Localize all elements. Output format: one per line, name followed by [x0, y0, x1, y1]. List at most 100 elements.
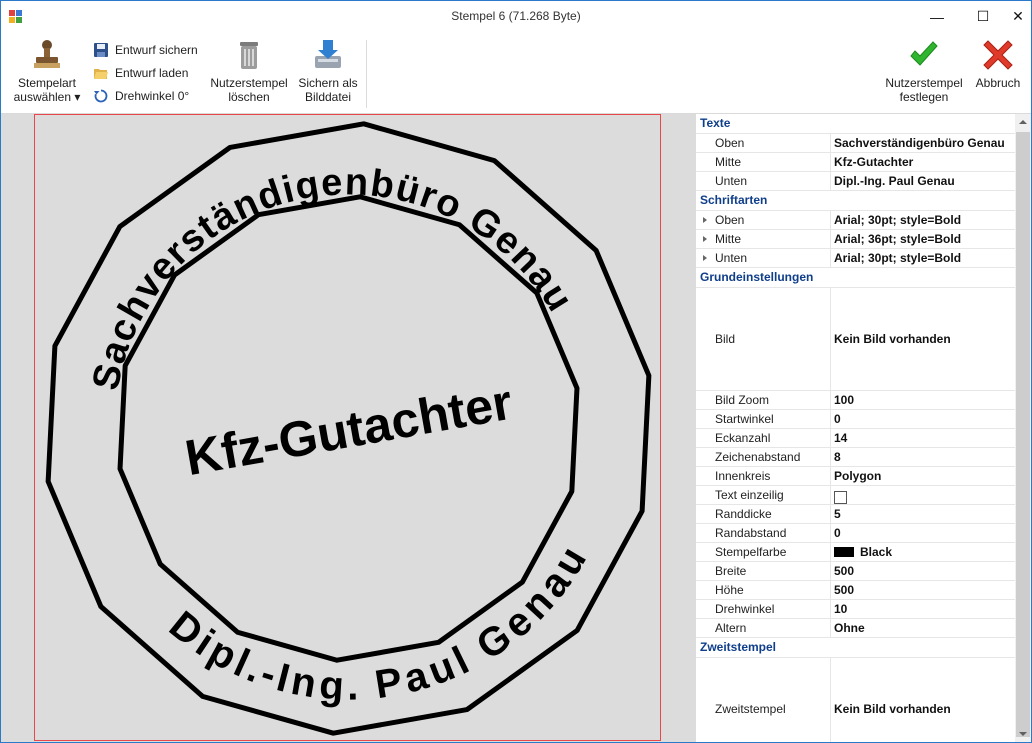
text-einzeilig-checkbox[interactable] [834, 490, 847, 504]
prop-randdicke[interactable]: Randdicke 5 [696, 505, 1015, 524]
prop-text-einzeilig[interactable]: Text einzeilig [696, 486, 1015, 505]
nutzerstempel-loeschen-button[interactable]: Nutzerstempel löschen [208, 38, 290, 104]
scroll-up-icon[interactable] [1019, 120, 1027, 124]
minimize-icon: — [930, 8, 944, 25]
prop-value[interactable]: 100 [834, 391, 1015, 409]
save-icon [93, 42, 109, 58]
prop-stempelfarbe[interactable]: Stempelfarbe Black [696, 543, 1015, 562]
prop-schrift-unten[interactable]: Unten Arial; 30pt; style=Bold [696, 249, 1015, 268]
scroll-down-icon[interactable] [1019, 732, 1027, 736]
sichern-bilddatei-button[interactable]: Sichern als Bilddatei [295, 38, 361, 104]
prop-key: Bild Zoom [696, 391, 831, 409]
prop-drehwinkel[interactable]: Drehwinkel 10 [696, 600, 1015, 619]
prop-key: Zweitstempel [696, 658, 831, 742]
prop-key: Eckanzahl [696, 429, 831, 447]
prop-texte-mitte[interactable]: Mitte Kfz-Gutachter [696, 153, 1015, 172]
drehwinkel-label: Drehwinkel 0° [115, 89, 190, 103]
stamp-icon [30, 38, 64, 72]
prop-key: Unten [696, 172, 831, 190]
stamp-preview[interactable]: Sachverständigenbüro Genau Dipl.-Ing. Pa… [34, 114, 661, 741]
drehwinkel-button[interactable]: Drehwinkel 0° [93, 86, 189, 106]
prop-value[interactable]: 8 [834, 448, 1015, 466]
stamp-middle-text: Kfz-Gutachter [181, 374, 516, 487]
prop-value[interactable]: 10 [834, 600, 1015, 618]
prop-innenkreis[interactable]: Innenkreis Polygon [696, 467, 1015, 486]
prop-altern[interactable]: Altern Ohne [696, 619, 1015, 638]
prop-schrift-oben[interactable]: Oben Arial; 30pt; style=Bold [696, 211, 1015, 230]
maximize-icon: ☐ [976, 8, 990, 24]
prop-key: Drehwinkel [696, 600, 831, 618]
maximize-button[interactable]: ☐ [960, 1, 1006, 32]
prop-value[interactable]: Arial; 30pt; style=Bold [834, 249, 1015, 267]
prop-value[interactable]: Kfz-Gutachter [834, 153, 1015, 171]
nutzerstempel-festlegen-button[interactable]: Nutzerstempel festlegen [881, 38, 967, 104]
close-button[interactable]: ✕ [1005, 1, 1031, 32]
prop-key: Stempelfarbe [696, 543, 831, 561]
nutzerstempel-loeschen-label-1: Nutzerstempel [210, 76, 288, 90]
prop-value[interactable]: Dipl.-Ing. Paul Genau [834, 172, 1015, 190]
prop-zweitstempel[interactable]: Zweitstempel Kein Bild vorhanden [696, 658, 1015, 742]
scrollbar-thumb[interactable] [1016, 132, 1030, 737]
prop-schrift-mitte[interactable]: Mitte Arial; 36pt; style=Bold [696, 230, 1015, 249]
entwurf-sichern-label: Entwurf sichern [115, 43, 198, 57]
category-grundeinstellungen[interactable]: Grundeinstellungen [696, 268, 1015, 288]
color-swatch [834, 546, 854, 557]
prop-eckanzahl[interactable]: Eckanzahl 14 [696, 429, 1015, 448]
prop-value[interactable]: 5 [834, 505, 1015, 523]
category-texte[interactable]: Texte [696, 114, 1015, 134]
entwurf-sichern-button[interactable]: Entwurf sichern [93, 40, 198, 60]
prop-key: Innenkreis [696, 467, 831, 485]
prop-value[interactable]: 0 [834, 524, 1015, 542]
stempelart-button[interactable]: Stempelart auswählen ▾ [11, 38, 83, 104]
prop-value[interactable]: Kein Bild vorhanden [834, 288, 1015, 390]
prop-bild-zoom[interactable]: Bild Zoom 100 [696, 391, 1015, 410]
prop-key: Bild [696, 288, 831, 390]
prop-value[interactable]: 0 [834, 410, 1015, 428]
cancel-x-icon [981, 38, 1015, 72]
nutzerstempel-festlegen-label-1: Nutzerstempel [885, 76, 963, 90]
prop-key: Oben [696, 211, 831, 229]
prop-value[interactable]: Kein Bild vorhanden [834, 658, 1015, 742]
abbruch-button[interactable]: Abbruch [971, 38, 1025, 90]
prop-key: Höhe [696, 581, 831, 599]
prop-value[interactable]: Ohne [834, 619, 1015, 637]
prop-value[interactable]: 500 [834, 581, 1015, 599]
prop-key: Mitte [696, 153, 831, 171]
prop-value[interactable]: Arial; 36pt; style=Bold [834, 230, 1015, 248]
prop-bild[interactable]: Bild Kein Bild vorhanden [696, 288, 1015, 391]
prop-key: Oben [696, 134, 831, 152]
prop-zeichenabstand[interactable]: Zeichenabstand 8 [696, 448, 1015, 467]
entwurf-laden-label: Entwurf laden [115, 66, 189, 80]
prop-texte-unten[interactable]: Unten Dipl.-Ing. Paul Genau [696, 172, 1015, 191]
prop-key: Zeichenabstand [696, 448, 831, 466]
prop-key: Randdicke [696, 505, 831, 523]
category-zweitstempel[interactable]: Zweitstempel [696, 638, 1015, 658]
rotate-icon [93, 88, 109, 104]
prop-texte-oben[interactable]: Oben Sachverständigenbüro Genau [696, 134, 1015, 153]
prop-breite[interactable]: Breite 500 [696, 562, 1015, 581]
prop-startwinkel[interactable]: Startwinkel 0 [696, 410, 1015, 429]
prop-key: Startwinkel [696, 410, 831, 428]
prop-randabstand[interactable]: Randabstand 0 [696, 524, 1015, 543]
prop-value[interactable]: 14 [834, 429, 1015, 447]
prop-value[interactable]: Polygon [834, 467, 1015, 485]
stamp-top-text: Sachverständigenbüro Genau [54, 122, 584, 401]
sichern-bilddatei-label-2: Bilddatei [304, 90, 352, 104]
prop-value[interactable]: Sachverständigenbüro Genau [834, 134, 1015, 152]
entwurf-laden-button[interactable]: Entwurf laden [93, 63, 188, 83]
prop-value[interactable]: 500 [834, 562, 1015, 580]
stamp-bottom-text: Dipl.-Ing. Paul Genau [156, 532, 615, 741]
window-title: Stempel 6 (71.268 Byte) [451, 9, 581, 23]
sichern-bilddatei-label-1: Sichern als [298, 76, 358, 90]
category-schriftarten[interactable]: Schriftarten [696, 191, 1015, 211]
prop-value[interactable]: Arial; 30pt; style=Bold [834, 211, 1015, 229]
minimize-button[interactable]: — [914, 1, 960, 32]
save-image-icon [311, 38, 345, 72]
prop-key: Breite [696, 562, 831, 580]
trash-icon [232, 38, 266, 72]
title-bar: Stempel 6 (71.268 Byte) — ☐ ✕ [1, 1, 1031, 32]
nutzerstempel-loeschen-label-2: löschen [228, 90, 270, 104]
prop-hoehe[interactable]: Höhe 500 [696, 581, 1015, 600]
property-grid-scrollbar[interactable] [1015, 114, 1031, 742]
prop-key: Altern [696, 619, 831, 637]
